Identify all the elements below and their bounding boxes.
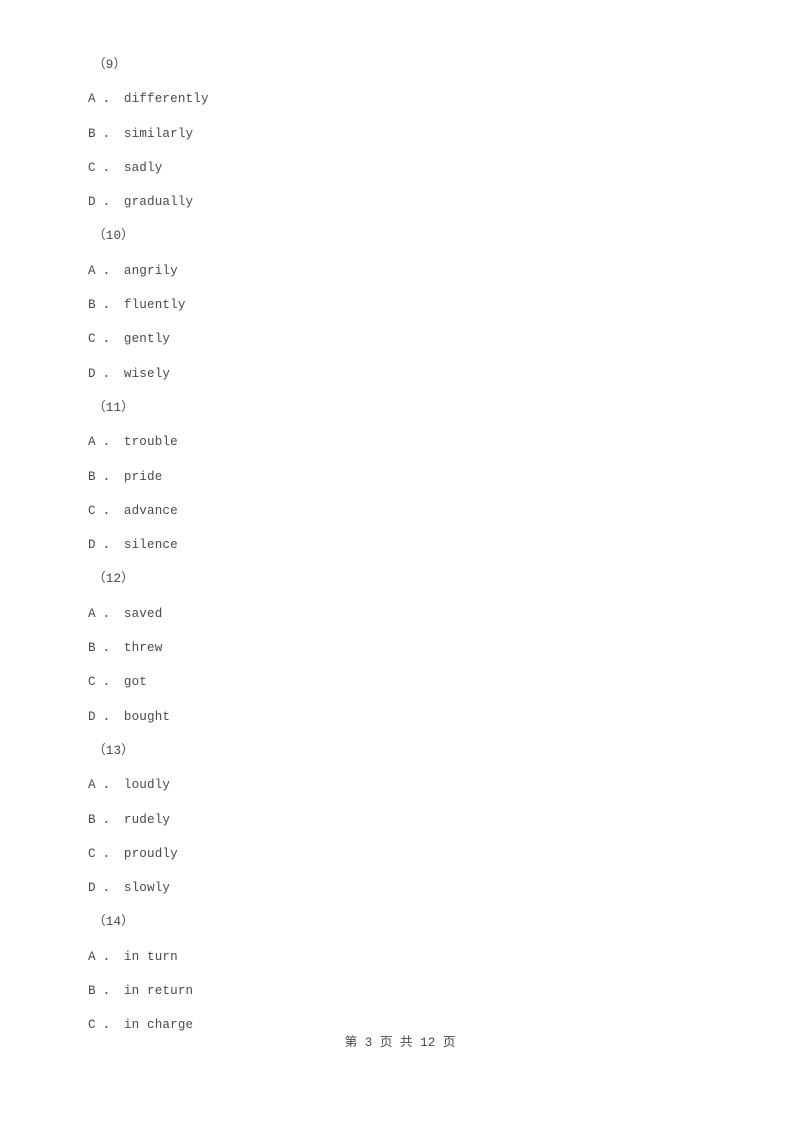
answer-option: A ． loudly xyxy=(88,778,171,793)
question-number: （13） xyxy=(93,743,134,758)
answer-option: A ． angrily xyxy=(88,263,178,278)
answer-option: C ． proudly xyxy=(88,846,178,861)
answer-option: C ． advance xyxy=(88,503,178,518)
question-list: （9） A ． differently B ． similarly C ． sadly… xyxy=(88,48,708,1043)
page-footer: 第 3 页 共 12 页 xyxy=(344,1036,456,1050)
answer-option: B ． threw xyxy=(88,641,163,656)
answer-option: D ． wisely xyxy=(88,366,171,381)
answer-option: A ． in turn xyxy=(88,949,178,964)
answer-option: B ． rudely xyxy=(88,812,171,827)
answer-option: A ． saved xyxy=(88,606,163,621)
answer-option: D ． silence xyxy=(88,538,178,553)
answer-option: C ． sadly xyxy=(88,160,163,175)
question-number: （14） xyxy=(93,915,134,930)
answer-option: C ． gently xyxy=(88,332,171,347)
answer-option: D ． bought xyxy=(88,709,171,724)
answer-option: D ． slowly xyxy=(88,881,171,896)
answer-option: B ． fluently xyxy=(88,298,186,313)
question-number: （12） xyxy=(93,572,134,587)
answer-option: A ． trouble xyxy=(88,435,178,450)
answer-option: C ． got xyxy=(88,675,147,690)
question-number: （11） xyxy=(93,400,134,415)
answer-option: D ． gradually xyxy=(88,195,194,210)
answer-option: A ． differently xyxy=(88,92,209,107)
question-number: （9） xyxy=(93,58,127,72)
answer-option: B ． pride xyxy=(88,469,163,484)
question-number: （10） xyxy=(93,229,134,244)
answer-option: B ． similarly xyxy=(88,126,194,141)
document-page: （9） A ． differently B ． similarly C ． sadly… xyxy=(0,0,800,1132)
answer-option: B ． in return xyxy=(88,984,194,999)
